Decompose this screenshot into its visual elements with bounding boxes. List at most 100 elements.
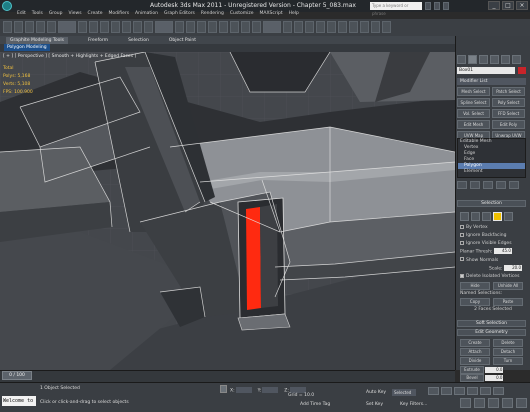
- y-coordinate[interactable]: Y:: [258, 387, 279, 394]
- hierarchy-tab-icon[interactable]: [479, 55, 488, 64]
- star-icon[interactable]: [434, 2, 440, 10]
- field-of-view-icon[interactable]: [502, 398, 513, 408]
- show-end-result-icon[interactable]: [470, 181, 480, 189]
- selection-rollout-header[interactable]: Selection: [457, 200, 526, 207]
- configure-modifier-sets-icon[interactable]: [509, 181, 519, 189]
- patch-select-button[interactable]: Patch Select: [492, 87, 525, 96]
- show-normals-checkbox[interactable]: [460, 257, 464, 261]
- unlink-icon[interactable]: [36, 21, 45, 33]
- menu-modifiers[interactable]: Modifiers: [109, 11, 130, 19]
- tab-object-paint[interactable]: Object Paint: [169, 38, 196, 43]
- graphite-toggle-icon[interactable]: [316, 21, 325, 33]
- reference-coordinate-dropdown[interactable]: [155, 21, 173, 33]
- close-button[interactable]: ×: [516, 1, 528, 10]
- select-move-icon[interactable]: [122, 21, 131, 33]
- maximize-button[interactable]: □: [502, 1, 514, 10]
- display-tab-icon[interactable]: [501, 55, 510, 64]
- menu-tools[interactable]: Tools: [32, 11, 43, 19]
- pin-stack-icon[interactable]: [457, 181, 467, 189]
- soft-selection-rollout[interactable]: Soft Selection: [457, 320, 526, 327]
- copy-button[interactable]: Copy: [460, 298, 490, 306]
- vertex-mode-icon[interactable]: [460, 212, 469, 221]
- delete-button[interactable]: Delete: [493, 339, 523, 347]
- edit-poly-button[interactable]: Edit Poly: [492, 120, 525, 129]
- schematic-view-icon[interactable]: [338, 21, 347, 33]
- pivot-center-icon[interactable]: [175, 21, 184, 33]
- utilities-tab-icon[interactable]: [512, 55, 521, 64]
- go-to-end-icon[interactable]: [480, 387, 491, 395]
- selection-filter-dropdown[interactable]: [58, 21, 76, 33]
- current-frame-field[interactable]: [493, 387, 504, 395]
- lock-selection-icon[interactable]: [220, 385, 227, 393]
- zoom-all-icon[interactable]: [474, 398, 485, 408]
- angle-snap-icon[interactable]: [219, 21, 228, 33]
- attach-button[interactable]: Attach: [460, 348, 490, 356]
- ignore-backfacing-option[interactable]: Ignore Backfacing: [460, 232, 526, 240]
- face-mode-icon[interactable]: [482, 212, 491, 221]
- bevel-field[interactable]: 0.0: [485, 374, 504, 381]
- play-icon[interactable]: [454, 387, 465, 395]
- hide-button[interactable]: Hide: [460, 282, 490, 290]
- app-logo-icon[interactable]: [2, 1, 12, 11]
- x-coordinate[interactable]: X:: [230, 387, 252, 394]
- edit-mesh-button[interactable]: Edit Mesh: [457, 120, 490, 129]
- zoom-icon[interactable]: [460, 398, 471, 408]
- previous-frame-icon[interactable]: [441, 387, 452, 395]
- binoculars-icon[interactable]: [425, 2, 431, 10]
- rendered-frame-icon[interactable]: [371, 21, 380, 33]
- select-manipulate-icon[interactable]: [186, 21, 195, 33]
- tab-graphite-modeling-tools[interactable]: Graphite Modeling Tools: [6, 37, 69, 44]
- viewport-label[interactable]: [ + ] [ Perspective ] [ Smooth + Highlig…: [3, 54, 136, 59]
- redo-icon[interactable]: [14, 21, 23, 33]
- material-editor-icon[interactable]: [349, 21, 358, 33]
- key-filters-button[interactable]: Key Filters...: [400, 402, 427, 407]
- time-slider-handle[interactable]: 0 / 100: [2, 371, 32, 380]
- menu-graph-editors[interactable]: Graph Editors: [164, 11, 195, 19]
- help-icon[interactable]: [443, 2, 449, 10]
- edit-named-selection-icon[interactable]: [252, 21, 261, 33]
- set-key-button[interactable]: Set Key: [366, 402, 383, 407]
- next-frame-icon[interactable]: [467, 387, 478, 395]
- unhide-all-button[interactable]: Unhide All: [493, 282, 523, 290]
- polygon-modeling-panel-button[interactable]: Polygon Modeling: [4, 44, 50, 51]
- named-selection-dropdown[interactable]: [263, 21, 281, 33]
- undo-icon[interactable]: [3, 21, 12, 33]
- stack-item-element[interactable]: Element: [458, 169, 525, 175]
- create-tab-icon[interactable]: [457, 55, 466, 64]
- menu-maxscript[interactable]: MAXScript: [260, 11, 283, 19]
- by-vertex-option[interactable]: By Vertex: [460, 224, 526, 232]
- menu-help[interactable]: Help: [289, 11, 299, 19]
- go-to-start-icon[interactable]: [428, 387, 439, 395]
- curve-editor-icon[interactable]: [327, 21, 336, 33]
- align-icon[interactable]: [294, 21, 303, 33]
- extrude-button[interactable]: Extrude: [460, 366, 484, 374]
- scale-field[interactable]: 20.0: [504, 264, 522, 271]
- bind-space-warp-icon[interactable]: [47, 21, 56, 33]
- menu-animation[interactable]: Animation: [135, 11, 158, 19]
- zoom-extents-icon[interactable]: [488, 398, 499, 408]
- extrude-field[interactable]: 0.0: [485, 366, 504, 373]
- object-name-field[interactable]: Box01: [457, 67, 515, 74]
- vol-select-button[interactable]: Vol. Select: [457, 109, 490, 118]
- select-by-name-icon[interactable]: [89, 21, 98, 33]
- snaps-toggle-icon[interactable]: [208, 21, 217, 33]
- ffd-select-button[interactable]: FFD Select: [492, 109, 525, 118]
- search-input[interactable]: Type a keyword or phrase: [370, 2, 422, 16]
- by-vertex-checkbox[interactable]: [460, 224, 464, 229]
- add-time-tag-button[interactable]: Add Time Tag: [300, 402, 330, 407]
- make-unique-icon[interactable]: [483, 181, 493, 189]
- tab-selection[interactable]: Selection: [128, 38, 149, 43]
- remove-modifier-icon[interactable]: [496, 181, 506, 189]
- auto-key-button[interactable]: Auto Key: [366, 390, 386, 395]
- keyboard-shortcut-icon[interactable]: [197, 21, 206, 33]
- render-production-icon[interactable]: [382, 21, 391, 33]
- bevel-button[interactable]: Bevel: [460, 374, 484, 382]
- select-object-icon[interactable]: [78, 21, 87, 33]
- ignore-visible-edges-option[interactable]: Ignore Visible Edges: [460, 240, 526, 248]
- render-setup-icon[interactable]: [360, 21, 369, 33]
- planar-thresh-field[interactable]: 45.0: [493, 248, 512, 254]
- show-normals-option[interactable]: Show Normals: [460, 257, 526, 265]
- mesh-select-button[interactable]: Mesh Select: [457, 87, 490, 96]
- menu-edit[interactable]: Edit: [17, 11, 26, 19]
- mirror-icon[interactable]: [283, 21, 292, 33]
